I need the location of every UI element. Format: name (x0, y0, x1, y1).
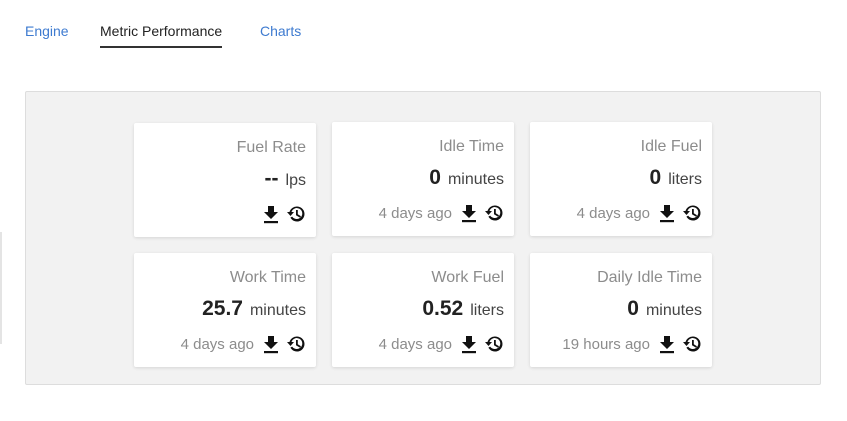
metric-footer (262, 203, 305, 225)
side-edge (0, 232, 2, 344)
metrics-panel: Fuel Rate -- lps Idle Time 0 minutes 4 d… (25, 91, 821, 385)
metric-unit: liters (668, 171, 702, 188)
metric-value-row: -- lps (265, 167, 306, 191)
metric-value-row: 0 liters (650, 166, 702, 190)
download-icon[interactable] (460, 203, 478, 223)
metric-title: Idle Time (439, 138, 504, 155)
download-icon[interactable] (262, 204, 280, 224)
history-icon[interactable] (682, 334, 701, 354)
metric-card-work-fuel: Work Fuel 0.52 liters 4 days ago (332, 253, 514, 367)
metric-card-fuel-rate: Fuel Rate -- lps (134, 123, 316, 237)
metric-card-idle-time: Idle Time 0 minutes 4 days ago (332, 122, 514, 236)
download-icon[interactable] (460, 334, 478, 354)
download-icon[interactable] (658, 334, 676, 354)
metric-value: 0 (627, 297, 639, 320)
metric-title: Work Time (229, 269, 306, 286)
metric-value-row: 0 minutes (429, 166, 504, 190)
metric-unit: lps (285, 172, 306, 189)
metric-unit: minutes (447, 171, 504, 188)
metric-value-row: 0 minutes (627, 297, 702, 321)
metric-title: Fuel Rate (236, 139, 306, 156)
metric-updated: 4 days ago (378, 335, 452, 353)
metric-value-row: 25.7 minutes (202, 297, 306, 321)
metric-title: Daily Idle Time (597, 269, 702, 286)
metric-card-idle-fuel: Idle Fuel 0 liters 4 days ago (530, 122, 712, 236)
metric-value-row: 0.52 liters (422, 297, 504, 321)
metric-unit: minutes (249, 302, 306, 319)
metric-value: -- (264, 167, 279, 190)
metric-footer: 4 days ago (378, 333, 503, 355)
history-icon[interactable] (484, 203, 503, 223)
download-icon[interactable] (262, 334, 280, 354)
metric-value: 25.7 (202, 297, 243, 320)
metric-footer: 4 days ago (378, 202, 503, 224)
metric-title: Work Fuel (431, 269, 504, 286)
metric-unit: liters (470, 302, 504, 319)
metric-value: 0.52 (422, 297, 464, 320)
history-icon[interactable] (286, 334, 305, 354)
metric-updated: 4 days ago (576, 204, 650, 222)
metric-updated: 19 hours ago (562, 335, 650, 353)
metric-card-daily-idle-time: Daily Idle Time 0 minutes 19 hours ago (530, 253, 712, 367)
tab-charts[interactable]: Charts (260, 22, 301, 40)
metric-unit: minutes (645, 302, 702, 319)
history-icon[interactable] (286, 204, 305, 224)
metric-footer: 19 hours ago (562, 333, 701, 355)
history-icon[interactable] (682, 203, 701, 223)
download-icon[interactable] (658, 203, 676, 223)
metric-updated: 4 days ago (180, 335, 254, 353)
history-icon[interactable] (484, 334, 503, 354)
tab-engine[interactable]: Engine (25, 22, 69, 40)
metric-value: 0 (649, 166, 662, 189)
metric-value: 0 (429, 166, 441, 189)
tab-metric-performance[interactable]: Metric Performance (100, 22, 223, 48)
tab-bar: Engine Metric Performance Charts (0, 0, 847, 60)
metric-card-work-time: Work Time 25.7 minutes 4 days ago (134, 253, 316, 367)
metric-title: Idle Fuel (640, 138, 702, 155)
metric-footer: 4 days ago (180, 333, 305, 355)
metric-updated: 4 days ago (378, 204, 452, 222)
metric-footer: 4 days ago (576, 202, 701, 224)
